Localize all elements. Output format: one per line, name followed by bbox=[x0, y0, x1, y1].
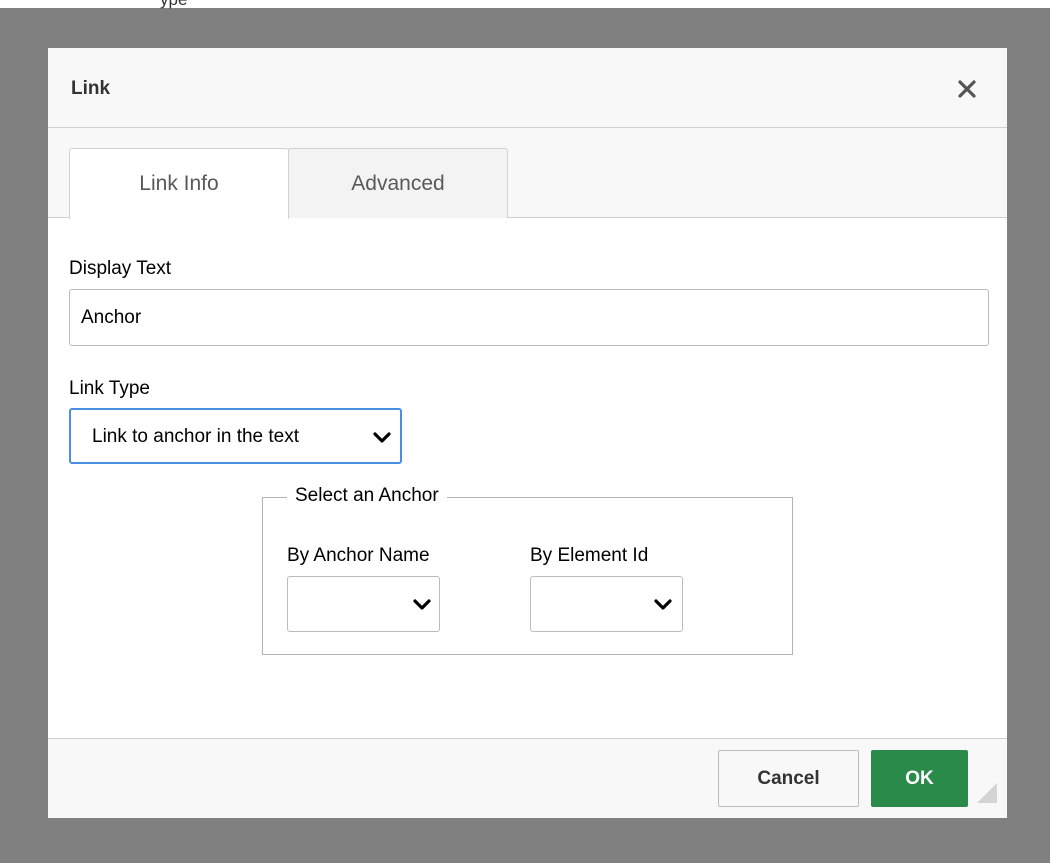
link-dialog: Link Link Info Advanced Display Text Lin… bbox=[48, 48, 1007, 818]
select-anchor-legend: Select an Anchor bbox=[287, 485, 447, 507]
tab-bar: Link Info Advanced bbox=[48, 128, 1007, 219]
display-text-input[interactable] bbox=[69, 289, 989, 346]
background-text: ype bbox=[160, 0, 187, 10]
tab-link-info[interactable]: Link Info bbox=[69, 148, 289, 219]
select-anchor-fieldset: Select an Anchor By Anchor Name By Eleme… bbox=[262, 485, 793, 655]
by-element-id-select[interactable] bbox=[530, 576, 683, 632]
dialog-footer: Cancel OK bbox=[48, 738, 1007, 818]
display-text-label: Display Text bbox=[69, 258, 172, 279]
close-icon[interactable] bbox=[952, 74, 982, 104]
chevron-down-icon bbox=[654, 599, 672, 610]
dialog-header: Link bbox=[48, 48, 1007, 128]
resize-handle-icon[interactable] bbox=[977, 783, 997, 803]
dialog-title: Link bbox=[71, 78, 111, 99]
chevron-down-icon bbox=[373, 432, 391, 443]
cancel-button[interactable]: Cancel bbox=[718, 750, 859, 807]
background-strip: ype bbox=[0, 0, 1050, 10]
link-type-select[interactable]: Link to anchor in the text bbox=[69, 408, 402, 464]
link-type-label: Link Type bbox=[69, 378, 150, 399]
by-element-id-label: By Element Id bbox=[530, 545, 649, 566]
ok-button[interactable]: OK bbox=[871, 750, 968, 807]
link-type-selected-value: Link to anchor in the text bbox=[92, 426, 300, 447]
tab-link-info-label: Link Info bbox=[139, 172, 219, 195]
by-anchor-name-label: By Anchor Name bbox=[287, 545, 430, 566]
ok-button-label: OK bbox=[905, 767, 934, 789]
tab-advanced-label: Advanced bbox=[351, 171, 445, 195]
cancel-button-label: Cancel bbox=[757, 767, 820, 789]
by-anchor-name-select[interactable] bbox=[287, 576, 440, 632]
tab-advanced[interactable]: Advanced bbox=[288, 148, 508, 218]
chevron-down-icon bbox=[413, 599, 431, 610]
